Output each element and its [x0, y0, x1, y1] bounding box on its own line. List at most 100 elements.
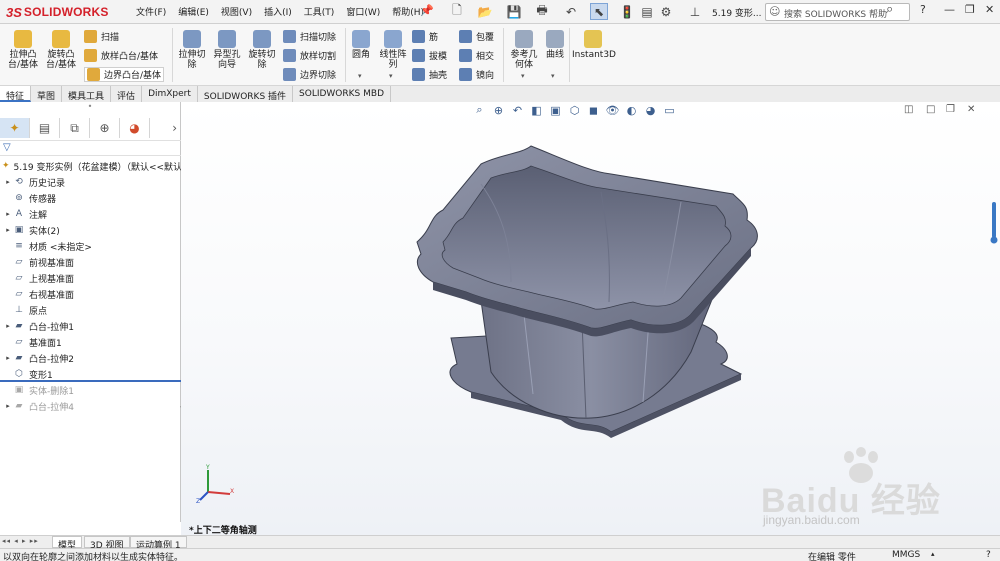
extrude-cut-button[interactable]: 拉伸切 除	[176, 30, 208, 70]
expand-arrow-icon[interactable]: ▸	[3, 402, 13, 410]
feature-tree-filter[interactable]: ▽	[0, 140, 181, 156]
zoom-to-area-icon[interactable]: ⊕	[490, 102, 507, 118]
viewport-close-icon[interactable]: ✕	[967, 104, 975, 115]
tree-item[interactable]: ▸ ▰ 凸台-拉伸2	[0, 350, 181, 366]
tree-item[interactable]: ▱ 上视基准面	[0, 270, 181, 286]
bottom-tab[interactable]: 模型	[52, 536, 83, 551]
open-folder-icon[interactable]: 📂	[476, 3, 494, 20]
tab-scroll-arrows-icon[interactable]: ◂◂ ◂ ▸ ▸▸	[2, 537, 39, 545]
apply-scene-icon[interactable]: ◕	[642, 102, 659, 118]
search-icon[interactable]: ⌕	[886, 2, 893, 17]
file-properties-icon[interactable]: ▤	[638, 3, 656, 20]
viewport-tile-icon[interactable]: ❐	[946, 104, 955, 115]
panel-grip-icon[interactable]: •	[0, 102, 180, 116]
command-tab[interactable]: DimXpert	[142, 86, 198, 102]
minimize-window-icon[interactable]: —	[944, 3, 955, 16]
rollback-bar[interactable]	[0, 380, 181, 382]
linear-pattern-button[interactable]: 线性阵 列	[376, 30, 410, 70]
previous-view-icon[interactable]: ↶	[509, 102, 526, 118]
reference-geometry-dropdown-icon[interactable]: ▾	[521, 72, 525, 80]
tree-item[interactable]: ⊥ 原点	[0, 302, 181, 318]
sweep-button[interactable]: 扫描	[84, 30, 119, 43]
command-tab[interactable]: SOLIDWORKS MBD	[293, 86, 391, 102]
intersect-button[interactable]: 相交	[459, 49, 494, 62]
display-style-icon[interactable]: ◼	[585, 102, 602, 118]
view-settings-icon[interactable]: ▭	[661, 102, 678, 118]
solidworks-logo[interactable]: 3S SOLIDWORKS	[6, 4, 109, 20]
boundary-boss-button[interactable]: 边界凸台/基体	[84, 67, 165, 82]
extrude-boss-button[interactable]: 拉伸凸 台/基体	[6, 30, 40, 70]
save-icon[interactable]: 💾	[505, 3, 523, 20]
rib-button[interactable]: 筋	[412, 30, 438, 43]
select-pointer-icon[interactable]: ⬉	[590, 3, 608, 20]
command-tab[interactable]: 草图	[31, 86, 63, 102]
menu-item[interactable]: 工具(T)	[298, 5, 341, 18]
wrap-button[interactable]: 包覆	[459, 30, 494, 43]
draft-button[interactable]: 拔模	[412, 49, 447, 62]
expand-arrow-icon[interactable]: ▸	[3, 354, 13, 362]
unit-system[interactable]: MMGS	[892, 550, 920, 560]
command-tab[interactable]: 评估	[111, 86, 143, 102]
rebuild-traffic-light-icon[interactable]: 🚦	[618, 3, 636, 20]
command-tab[interactable]: 模具工具	[62, 86, 112, 102]
fillet-button[interactable]: 圆角	[350, 30, 372, 60]
print-icon[interactable]: 🖶	[533, 3, 551, 20]
command-tab[interactable]: SOLIDWORKS 插件	[198, 86, 294, 102]
menu-item[interactable]: 文件(F)	[130, 5, 172, 18]
menu-item[interactable]: 插入(I)	[258, 5, 298, 18]
curves-dropdown-icon[interactable]: ▾	[551, 72, 555, 80]
tree-item[interactable]: ▱ 前视基准面	[0, 254, 181, 270]
tree-item[interactable]: ▸ A 注解	[0, 206, 181, 222]
viewport-restore-icon[interactable]: ◫	[904, 104, 913, 115]
dynamic-annotation-icon[interactable]: ▣	[547, 102, 564, 118]
tree-item[interactable]: ▸ ▰ 凸台-拉伸4	[0, 398, 181, 414]
tree-item[interactable]: ▸ ▰ 凸台-拉伸1	[0, 318, 181, 334]
triad-pin-icon[interactable]: ⊥	[686, 3, 704, 20]
menu-item[interactable]: 窗口(W)	[340, 5, 386, 18]
task-pane-slider-icon[interactable]	[990, 202, 998, 246]
bottom-tab[interactable]: 3D 视图	[84, 536, 130, 551]
command-tab[interactable]: 特征	[0, 86, 32, 102]
property-manager-tab-icon[interactable]: ▤	[30, 118, 60, 138]
configuration-manager-tab-icon[interactable]: ⧉	[60, 118, 90, 138]
close-window-icon[interactable]: ✕	[985, 3, 994, 16]
hole-wizard-button[interactable]: 异型孔 向导	[210, 30, 244, 70]
panel-tab-more-icon[interactable]: ›	[172, 121, 177, 135]
zoom-to-fit-icon[interactable]: ⌕	[471, 102, 488, 118]
help-question-icon[interactable]: ?	[920, 3, 926, 16]
tree-item[interactable]: ≡ 材质 <未指定>	[0, 238, 181, 254]
new-document-icon[interactable]: 🗋	[448, 3, 466, 20]
viewport-maximize-icon[interactable]: □	[926, 104, 935, 115]
undo-icon[interactable]: ↶	[562, 3, 580, 20]
curves-button[interactable]: 曲线	[543, 30, 567, 60]
graphics-area[interactable]: ⌕ ⊕ ↶ ◧ ▣ ⬡ ◼ 👁 ◐ ◕ ▭ ◫ □ ❐ ✕ Y X Z *上下二…	[181, 102, 1000, 535]
tree-item[interactable]: ▸ ⟲ 历史记录	[0, 174, 181, 190]
expand-arrow-icon[interactable]: ▸	[3, 178, 13, 186]
expand-arrow-icon[interactable]: ▸	[3, 322, 13, 330]
tree-item[interactable]: ▱ 基准面1	[0, 334, 181, 350]
hide-show-items-icon[interactable]: 👁	[604, 102, 621, 118]
pattern-dropdown-icon[interactable]: ▾	[389, 72, 393, 80]
display-manager-tab-icon[interactable]: ◕	[120, 118, 150, 138]
options-gear-icon[interactable]: ⚙	[657, 3, 675, 20]
boundary-cut-button[interactable]: 边界切除	[283, 68, 336, 81]
section-view-icon[interactable]: ◧	[528, 102, 545, 118]
fillet-dropdown-icon[interactable]: ▾	[358, 72, 362, 80]
tree-root-part[interactable]: ✦ 5.19 变形实例（花盆建模）（默认<<默认	[0, 158, 182, 174]
tree-item[interactable]: ▱ 右视基准面	[0, 286, 181, 302]
expand-arrow-icon[interactable]: ▸	[3, 210, 13, 218]
bottom-tab[interactable]: 运动算例 1	[130, 536, 187, 551]
revolve-cut-button[interactable]: 旋转切 除	[246, 30, 278, 70]
restore-window-icon[interactable]: ❐	[965, 3, 975, 16]
unit-dropdown-icon[interactable]: ▴	[931, 550, 935, 558]
pin-icon[interactable]: 📌	[420, 4, 434, 17]
feature-manager-tab-icon[interactable]: ✦	[0, 118, 30, 138]
revolve-boss-button[interactable]: 旋转凸 台/基体	[44, 30, 78, 70]
mirror-button[interactable]: 镜向	[459, 68, 494, 81]
edit-appearance-icon[interactable]: ◐	[623, 102, 640, 118]
loft-boss-button[interactable]: 放样凸台/基体	[84, 49, 158, 62]
menu-item[interactable]: 编辑(E)	[172, 5, 215, 18]
expand-arrow-icon[interactable]: ▸	[3, 226, 13, 234]
tree-item[interactable]: ▣ 实体-删除1	[0, 382, 181, 398]
menu-item[interactable]: 视图(V)	[215, 5, 258, 18]
